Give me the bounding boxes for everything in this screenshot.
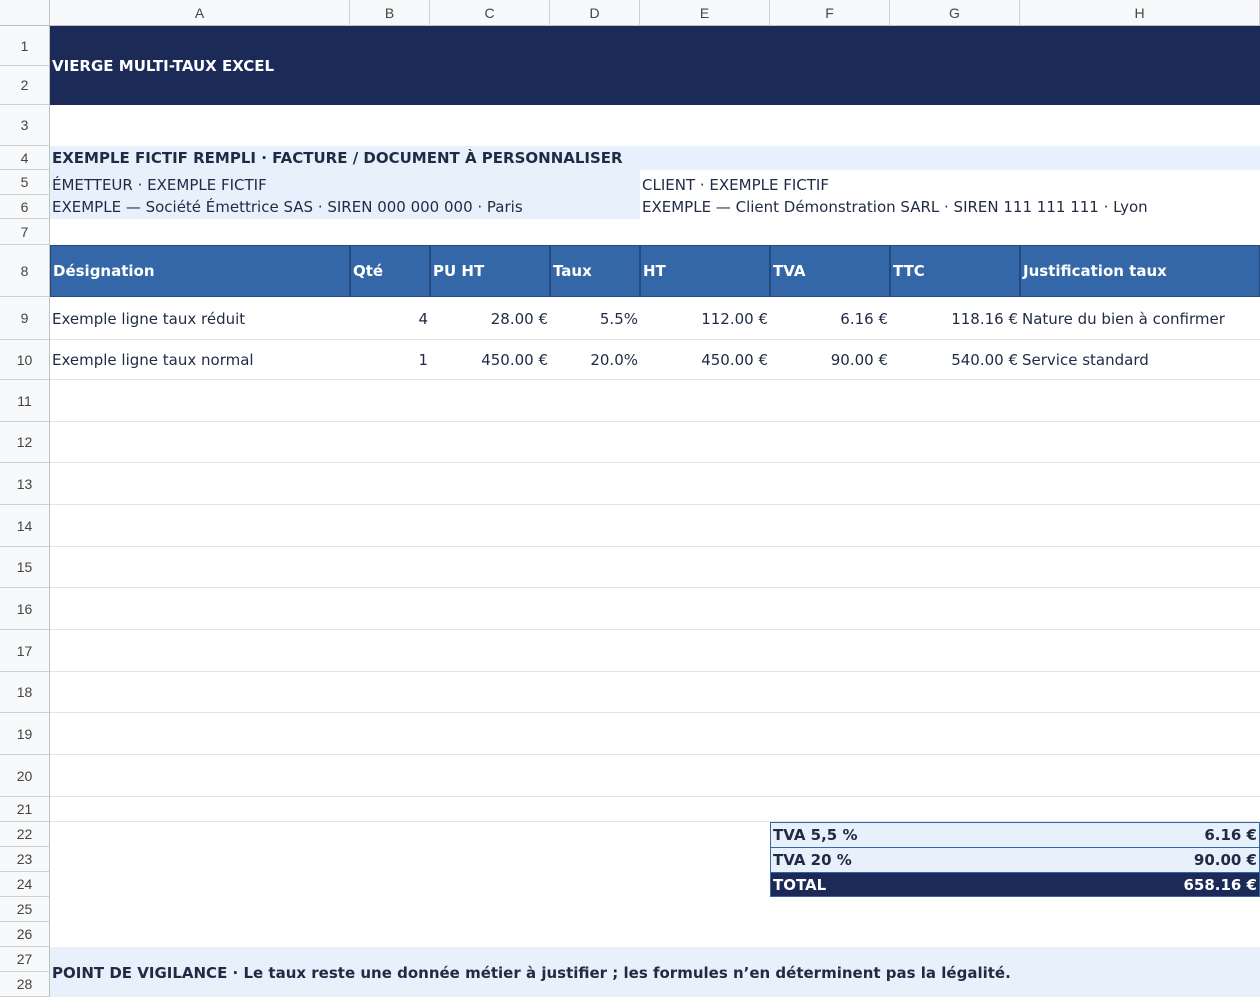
row-header-26[interactable]: 26 [0, 922, 50, 947]
row-gridline [50, 462, 1260, 463]
row-header-1[interactable]: 1 [0, 26, 50, 66]
table-cell[interactable]: 28.00 € [430, 297, 550, 340]
spreadsheet-grid: ABCDEFGH 1 2 3 4 5 6 7 8 9 10 11 12 13 14 15 16 17 18 19 20… [0, 0, 1260, 997]
table-header-cell[interactable]: Désignation [50, 245, 350, 297]
tva-total-label[interactable]: TVA 20 % [770, 847, 1020, 872]
client-label[interactable]: CLIENT · EXEMPLE FICTIF [640, 173, 1260, 197]
row-gridline [50, 421, 1260, 422]
table-cell[interactable]: Service standard [1020, 340, 1260, 380]
row-header-16[interactable]: 16 [0, 588, 50, 630]
table-header-cell[interactable]: Justification taux [1020, 245, 1260, 297]
section-title[interactable]: EXEMPLE FICTIF REMPLI · FACTURE / DOCUME… [50, 146, 950, 170]
row-header-21[interactable]: 21 [0, 797, 50, 822]
row-header-10[interactable]: 10 [0, 340, 50, 380]
table-cell[interactable]: 118.16 € [890, 297, 1020, 340]
row-gridline [50, 504, 1260, 505]
row-header-20[interactable]: 20 [0, 755, 50, 797]
table-header-cell[interactable]: Qté [350, 245, 430, 297]
table-cell[interactable]: Exemple ligne taux normal [50, 340, 350, 380]
column-header-e[interactable]: E [640, 0, 770, 26]
table-header-cell[interactable]: HT [640, 245, 770, 297]
row-header-12[interactable]: 12 [0, 422, 50, 463]
row-header-15[interactable]: 15 [0, 547, 50, 588]
table-cell[interactable]: 5.5% [550, 297, 640, 340]
table-header-cell[interactable]: TTC [890, 245, 1020, 297]
row-header-22[interactable]: 22 [0, 822, 50, 847]
row-header-13[interactable]: 13 [0, 463, 50, 505]
client-value[interactable]: EXEMPLE — Client Démonstration SARL · SI… [640, 195, 1260, 219]
row-gridline [50, 587, 1260, 588]
row-header-19[interactable]: 19 [0, 713, 50, 755]
emitter-value[interactable]: EXEMPLE — Société Émettrice SAS · SIREN … [50, 195, 640, 219]
row-header-2[interactable]: 2 [0, 66, 50, 105]
row-gridline [50, 712, 1260, 713]
row-header-5[interactable]: 5 [0, 170, 50, 195]
table-cell[interactable]: 4 [350, 297, 430, 340]
row-header-9[interactable]: 9 [0, 297, 50, 340]
row-header-11[interactable]: 11 [0, 380, 50, 422]
column-header-c[interactable]: C [430, 0, 550, 26]
sheet-title[interactable]: VIERGE MULTI-TAUX EXCEL [50, 26, 650, 105]
row-header-23[interactable]: 23 [0, 847, 50, 872]
table-cell[interactable]: 20.0% [550, 340, 640, 380]
row-header-27[interactable]: 27 [0, 947, 50, 972]
tva-total-value[interactable]: 90.00 € [1020, 847, 1260, 872]
row-gridline [50, 796, 1260, 797]
warning-text[interactable]: POINT DE VIGILANCE · Le taux reste une d… [50, 960, 1260, 986]
total-value[interactable]: 658.16 € [1020, 872, 1260, 897]
row-header-14[interactable]: 14 [0, 505, 50, 547]
table-cell[interactable]: 6.16 € [770, 297, 890, 340]
row-header-17[interactable]: 17 [0, 630, 50, 672]
row-header-3[interactable]: 3 [0, 105, 50, 146]
column-header-d[interactable]: D [550, 0, 640, 26]
tva-total-label[interactable]: TVA 5,5 % [770, 822, 1020, 847]
tva-total-value[interactable]: 6.16 € [1020, 822, 1260, 847]
emitter-label[interactable]: ÉMETTEUR · EXEMPLE FICTIF [50, 173, 640, 197]
row-gridline [50, 754, 1260, 755]
column-header-b[interactable]: B [350, 0, 430, 26]
table-cell[interactable]: 112.00 € [640, 297, 770, 340]
row-header-18[interactable]: 18 [0, 672, 50, 713]
table-header-cell[interactable]: PU HT [430, 245, 550, 297]
table-header-cell[interactable]: Taux [550, 245, 640, 297]
table-cell[interactable]: Exemple ligne taux réduit [50, 297, 350, 340]
column-header-f[interactable]: F [770, 0, 890, 26]
column-header-g[interactable]: G [890, 0, 1020, 26]
row-header-4[interactable]: 4 [0, 146, 50, 170]
column-header-a[interactable]: A [50, 0, 350, 26]
table-cell[interactable]: 90.00 € [770, 340, 890, 380]
row-header-28[interactable]: 28 [0, 972, 50, 997]
row-gridline [50, 671, 1260, 672]
row-header-7[interactable]: 7 [0, 219, 50, 245]
table-cell[interactable]: Nature du bien à confirmer [1020, 297, 1260, 340]
table-cell[interactable]: 450.00 € [640, 340, 770, 380]
row-header-8[interactable]: 8 [0, 245, 50, 297]
row-gridline [50, 629, 1260, 630]
row-header-24[interactable]: 24 [0, 872, 50, 897]
row-header-6[interactable]: 6 [0, 195, 50, 219]
column-header-h[interactable]: H [1020, 0, 1260, 26]
row-header-25[interactable]: 25 [0, 897, 50, 922]
table-cell[interactable]: 540.00 € [890, 340, 1020, 380]
total-label[interactable]: TOTAL [770, 872, 1020, 897]
row-gridline [50, 546, 1260, 547]
table-header-cell[interactable]: TVA [770, 245, 890, 297]
select-all-corner[interactable] [0, 0, 50, 26]
table-cell[interactable]: 1 [350, 340, 430, 380]
table-cell[interactable]: 450.00 € [430, 340, 550, 380]
